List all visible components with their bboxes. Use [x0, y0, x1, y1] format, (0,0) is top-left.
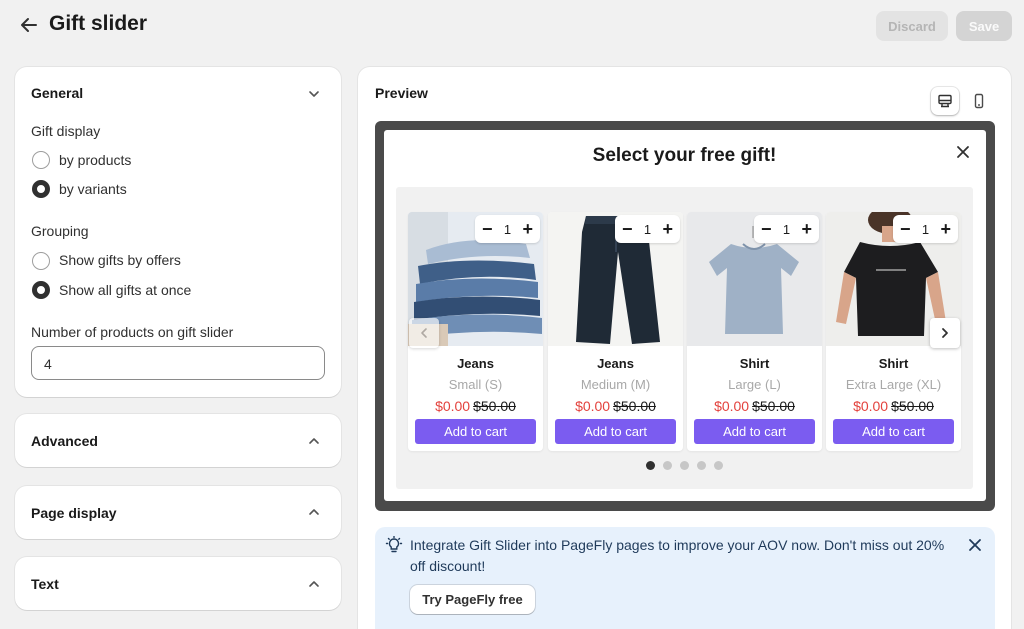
- pagination-dot[interactable]: [680, 461, 689, 470]
- advanced-title: Advanced: [31, 433, 98, 449]
- num-products-input[interactable]: 4: [31, 346, 325, 380]
- radio-by-variants[interactable]: [32, 180, 50, 198]
- slider-pagination: [646, 461, 723, 470]
- discard-button[interactable]: Discard: [876, 11, 948, 41]
- gift-display-label: Gift display: [31, 123, 101, 139]
- sale-price: $0.00: [575, 398, 611, 414]
- minus-icon[interactable]: −: [900, 220, 911, 238]
- quantity-stepper[interactable]: − 1 +: [754, 215, 819, 243]
- original-price: $50.00: [613, 398, 656, 414]
- chevron-up-icon[interactable]: [307, 577, 321, 591]
- chevron-right-icon: [942, 328, 948, 338]
- quantity-stepper[interactable]: − 1 +: [615, 215, 680, 243]
- minus-icon[interactable]: −: [622, 220, 633, 238]
- try-pagefly-button[interactable]: Try PageFly free: [410, 585, 535, 614]
- product-name: Jeans: [597, 356, 634, 371]
- plus-icon[interactable]: +: [522, 220, 533, 238]
- original-price: $50.00: [752, 398, 795, 414]
- close-icon[interactable]: [967, 537, 983, 553]
- pagination-dot[interactable]: [663, 461, 672, 470]
- sale-price: $0.00: [435, 398, 471, 414]
- sale-price: $0.00: [853, 398, 889, 414]
- back-arrow-icon[interactable]: [18, 14, 40, 36]
- product-card: − 1 + Jeans Medium (M) $0.00 $50.00 Add t…: [548, 212, 683, 451]
- product-price: $0.00 $50.00: [826, 398, 961, 414]
- text-title: Text: [31, 576, 59, 592]
- lightbulb-icon: [385, 536, 403, 553]
- chevron-down-icon[interactable]: [307, 87, 321, 101]
- product-price: $0.00 $50.00: [548, 398, 683, 414]
- product-variant: Extra Large (XL): [845, 377, 942, 392]
- top-bar: Gift slider Discard Save: [0, 0, 1024, 52]
- product-price: $0.00 $50.00: [408, 398, 543, 414]
- quantity-value: 1: [921, 221, 930, 237]
- original-price: $50.00: [891, 398, 934, 414]
- general-title: General: [31, 85, 84, 101]
- product-price: $0.00 $50.00: [687, 398, 822, 414]
- chevron-up-icon[interactable]: [307, 434, 321, 448]
- pagination-dot[interactable]: [697, 461, 706, 470]
- sale-price: $0.00: [714, 398, 750, 414]
- product-name: Shirt: [739, 356, 770, 371]
- quantity-stepper[interactable]: − 1 +: [893, 215, 958, 243]
- text-card[interactable]: [15, 557, 341, 610]
- product-name: Jeans: [457, 356, 494, 371]
- desktop-icon: [938, 94, 952, 108]
- banner-message: Integrate Gift Slider into PageFly pages…: [410, 537, 945, 574]
- grouping-label: Grouping: [31, 223, 89, 239]
- quantity-value: 1: [643, 221, 652, 237]
- desktop-view-button[interactable]: [931, 87, 959, 115]
- plus-icon[interactable]: +: [940, 220, 951, 238]
- product-name: Shirt: [878, 356, 909, 371]
- slider-next-button[interactable]: [930, 318, 960, 348]
- radio-all-gifts-at-once[interactable]: [32, 281, 50, 299]
- preview-title: Preview: [375, 85, 428, 101]
- page-display-title: Page display: [31, 505, 117, 521]
- radio-label-gifts-by-offers: Show gifts by offers: [59, 252, 181, 268]
- pagination-dot[interactable]: [714, 461, 723, 470]
- close-icon[interactable]: [955, 144, 971, 160]
- chevron-up-icon[interactable]: [307, 505, 321, 519]
- minus-icon[interactable]: −: [482, 220, 493, 238]
- quantity-value: 1: [782, 221, 791, 237]
- slider-prev-button[interactable]: [409, 318, 439, 348]
- plus-icon[interactable]: +: [662, 220, 673, 238]
- radio-gifts-by-offers[interactable]: [32, 252, 50, 270]
- pagination-dot[interactable]: [646, 461, 655, 470]
- minus-icon[interactable]: −: [761, 220, 772, 238]
- quantity-value: 1: [503, 221, 512, 237]
- product-variant: Medium (M): [580, 377, 651, 392]
- add-to-cart-button[interactable]: Add to cart: [694, 419, 815, 444]
- add-to-cart-button[interactable]: Add to cart: [833, 419, 954, 444]
- page-title: Gift slider: [49, 12, 148, 35]
- product-variant: Small (S): [448, 377, 503, 392]
- quantity-stepper[interactable]: − 1 +: [475, 215, 540, 243]
- mobile-view-button[interactable]: [965, 87, 993, 115]
- save-button[interactable]: Save: [956, 11, 1012, 41]
- mobile-icon: [974, 93, 984, 109]
- chevron-left-icon: [421, 328, 427, 338]
- product-variant: Large (L): [728, 377, 781, 392]
- device-toggle: [928, 85, 996, 117]
- product-card: − 1 + Shirt Large (L) $0.00 $50.00 Add to…: [687, 212, 822, 451]
- add-to-cart-button[interactable]: Add to cart: [415, 419, 536, 444]
- original-price: $50.00: [473, 398, 516, 414]
- radio-label-by-variants: by variants: [59, 181, 127, 197]
- add-to-cart-button[interactable]: Add to cart: [555, 419, 676, 444]
- modal-title: Select your free gift!: [592, 145, 777, 166]
- plus-icon[interactable]: +: [801, 220, 812, 238]
- radio-label-all-gifts-at-once: Show all gifts at once: [59, 282, 192, 298]
- num-products-label: Number of products on gift slider: [31, 324, 234, 340]
